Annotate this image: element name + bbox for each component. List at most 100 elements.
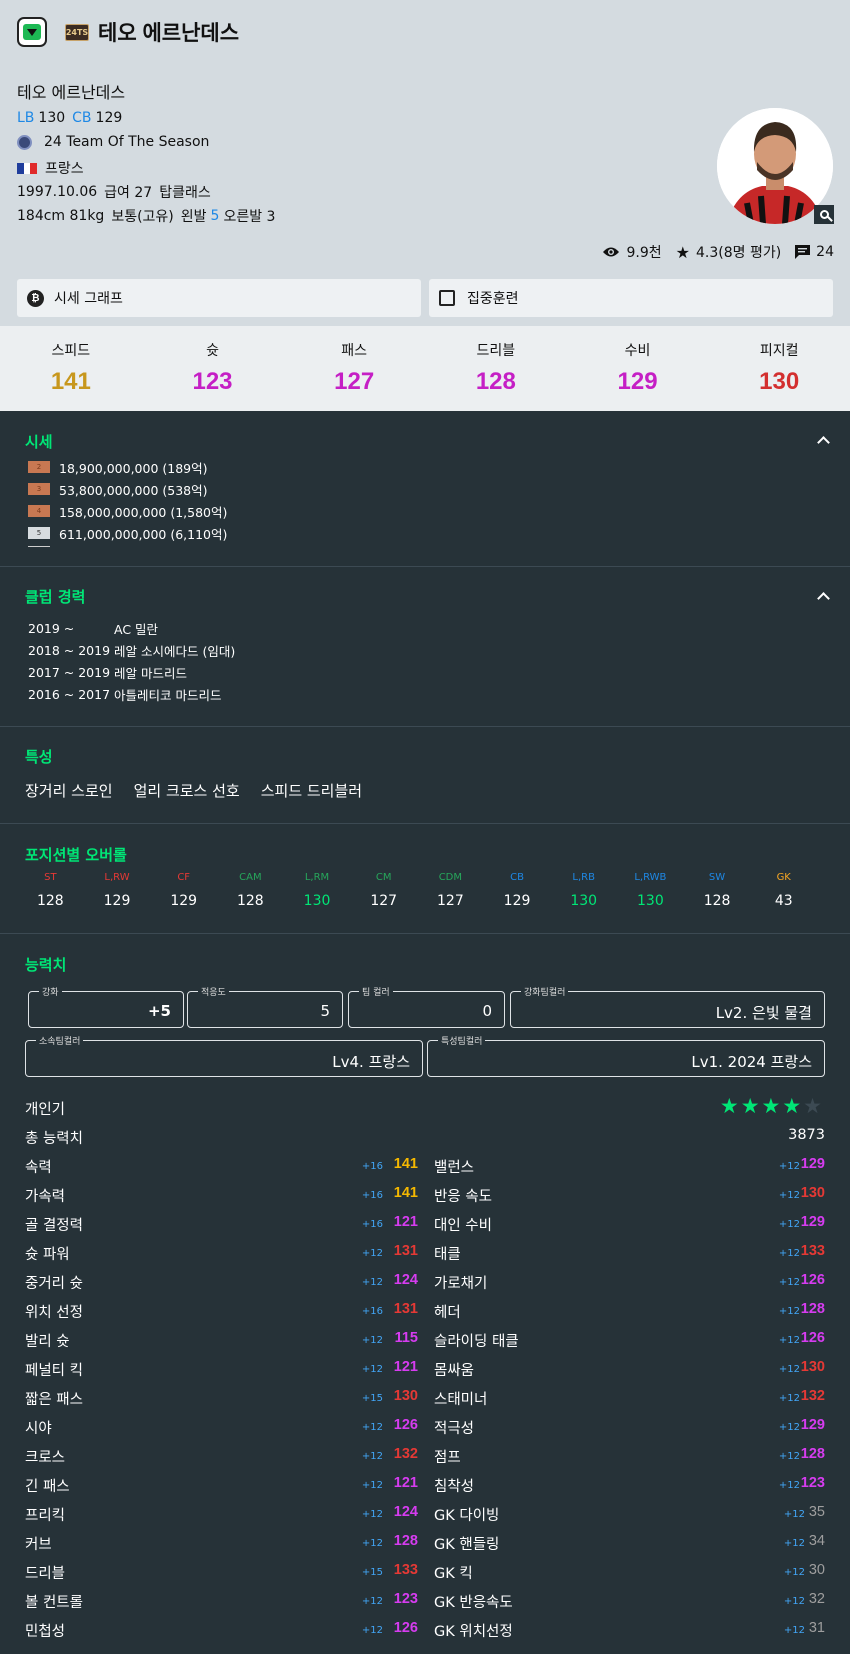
enhance-team-color-field[interactable]: 강화팀컬러 Lv2. 은빛 물결 (510, 985, 825, 1028)
price-row[interactable]: 3 53,800,000,000 (538억) (25, 478, 227, 500)
adaptability-field[interactable]: 적응도 5 (187, 985, 343, 1028)
stat-bonus: +16 (361, 1219, 383, 1230)
traits-list: 장거리 스로인 얼리 크로스 선호 스피드 드리블러 (25, 780, 383, 801)
career-row: 2016 ~ 2017 아틀레티코 마드리드 (25, 683, 235, 705)
stat-bonus: +12 (778, 1335, 800, 1346)
stat-bonus: +12 (361, 1422, 383, 1433)
stat-value: 124 (393, 1504, 418, 1520)
section-title: 능력치 (25, 956, 67, 974)
zoom-photo-button[interactable] (814, 205, 834, 224)
player-header: 24TS 테오 에르난데스 테오 에르난데스 LB 130 CB 129 24 … (0, 0, 850, 326)
club-team-color-field[interactable]: 소속팀컬러 Lv4. 프랑스 (25, 1034, 423, 1077)
app-logo-icon[interactable] (17, 17, 47, 47)
stat-value: 132 (800, 1388, 825, 1404)
stat-name: 슛 파워 (25, 1247, 70, 1263)
position-value: 130 (637, 893, 664, 909)
career-years: 2016 ~ 2017 (28, 686, 115, 702)
stat-value: 128 (800, 1446, 825, 1462)
position-label: L,RW (104, 872, 130, 883)
field-label: 팀 컬러 (359, 985, 393, 998)
stat-name: 적극성 (434, 1421, 475, 1437)
stat-bonus: +15 (361, 1393, 383, 1404)
rating-value: 4.3(8명 평가) (695, 245, 782, 261)
position-label: L,RM (304, 872, 330, 883)
price-text: 158,000,000,000 (1,580억) (59, 504, 228, 520)
stat-value: 32 (808, 1591, 825, 1607)
position-1: LB (17, 110, 35, 126)
field-label: 강화팀컬러 (521, 985, 569, 998)
stat-name: 헤더 (434, 1305, 461, 1321)
position-value: 129 (503, 893, 531, 909)
stat-bonus: +12 (361, 1335, 383, 1346)
stat-value: 131 (393, 1243, 418, 1259)
stat-bonus: +16 (361, 1161, 383, 1172)
stat-bonus: +12 (361, 1596, 383, 1607)
grade-badge: 4 (28, 505, 50, 517)
stat-value: 133 (800, 1243, 825, 1259)
stat-name: 가로채기 (434, 1276, 488, 1292)
stat-value: 126 (393, 1620, 418, 1636)
career-club: 레알 마드리드 (114, 665, 188, 681)
stat-value: 126 (800, 1330, 825, 1346)
top-bar: 24TS 테오 에르난데스 (17, 17, 239, 47)
stat-name: 침착성 (434, 1479, 475, 1495)
position-label: CF (177, 872, 191, 883)
position-value: 128 (36, 893, 64, 909)
section-title: 시세 (25, 433, 53, 451)
enhance-field[interactable]: 강화 +5 (28, 985, 184, 1028)
position-value: 128 (236, 893, 264, 909)
stat-name: GK 반응속도 (434, 1595, 513, 1611)
france-flag-icon (17, 162, 38, 174)
stat-value: 127 (334, 368, 375, 395)
rating-button[interactable]: ★ 4.3(8명 평가) (676, 242, 782, 262)
stat-value: 128 (393, 1533, 418, 1549)
stat-value: 30 (808, 1562, 825, 1578)
stat-value: 129 (800, 1156, 825, 1172)
star-filled-icon: ★ (740, 1094, 760, 1118)
price-row[interactable]: 2 18,900,000,000 (189억) (25, 456, 227, 478)
position-label: L,RWB (634, 872, 667, 883)
position-cell: CAM 128 (217, 872, 284, 909)
stat-bonus: +12 (361, 1625, 383, 1636)
stat-name: GK 킥 (434, 1566, 473, 1582)
stat-name: 크로스 (25, 1450, 66, 1466)
comments-button[interactable]: 24 (795, 244, 834, 260)
ability-section: 능력치 강화 +5 적응도 5 팀 컬러 0 강화팀컬러 Lv2. 은빛 물결 … (0, 934, 850, 1654)
stat-name: 대인 수비 (434, 1218, 492, 1234)
price-row[interactable]: 5 611,000,000,000 (6,110억) (25, 522, 227, 544)
season-line: 24 Team Of The Season (17, 134, 209, 150)
stat-bonus: +12 (783, 1625, 805, 1636)
position-cell: ST 128 (17, 872, 84, 909)
position-value: 130 (303, 893, 331, 909)
stat-name: 드리블 (25, 1566, 66, 1582)
stat-bonus: +12 (778, 1277, 800, 1288)
player-name: 테오 에르난데스 (17, 83, 126, 102)
star-icon: ★ (675, 242, 690, 262)
stat-value: 121 (393, 1359, 418, 1375)
trait-team-color-field[interactable]: 특성팀컬러 Lv1. 2024 프랑스 (427, 1034, 825, 1077)
training-button[interactable]: 집중훈련 (429, 279, 833, 317)
stat-value: 141 (50, 368, 91, 395)
stat-value: 128 (475, 368, 516, 395)
stat-value: 131 (393, 1301, 418, 1317)
stat-bonus: +12 (778, 1393, 800, 1404)
grade-badge: 2 (28, 461, 50, 473)
stat-value: 121 (393, 1214, 418, 1230)
career-club: 아틀레티코 마드리드 (114, 687, 222, 703)
price-graph-button[interactable]: ₿ 시세 그래프 (17, 279, 421, 317)
section-title: 특성 (25, 748, 53, 766)
stat-value: 133 (393, 1562, 418, 1578)
chevron-up-icon[interactable] (817, 436, 830, 449)
stat-bonus: +12 (778, 1422, 800, 1433)
left-foot-label: 왼발 (180, 209, 207, 225)
position-value: 43 (774, 893, 793, 909)
chevron-up-icon[interactable] (817, 592, 830, 605)
popularity-label: 개인기 (25, 1102, 66, 1118)
stat-bonus: +12 (361, 1451, 383, 1462)
team-color-field[interactable]: 팀 컬러 0 (348, 985, 505, 1028)
position-cell: L,RM 130 (284, 872, 351, 909)
comments-value: 24 (816, 244, 834, 260)
position-cell: GK 43 (750, 872, 817, 909)
right-foot: 오른발 3 (223, 209, 276, 225)
price-row[interactable]: 4 158,000,000,000 (1,580억) (25, 500, 227, 522)
